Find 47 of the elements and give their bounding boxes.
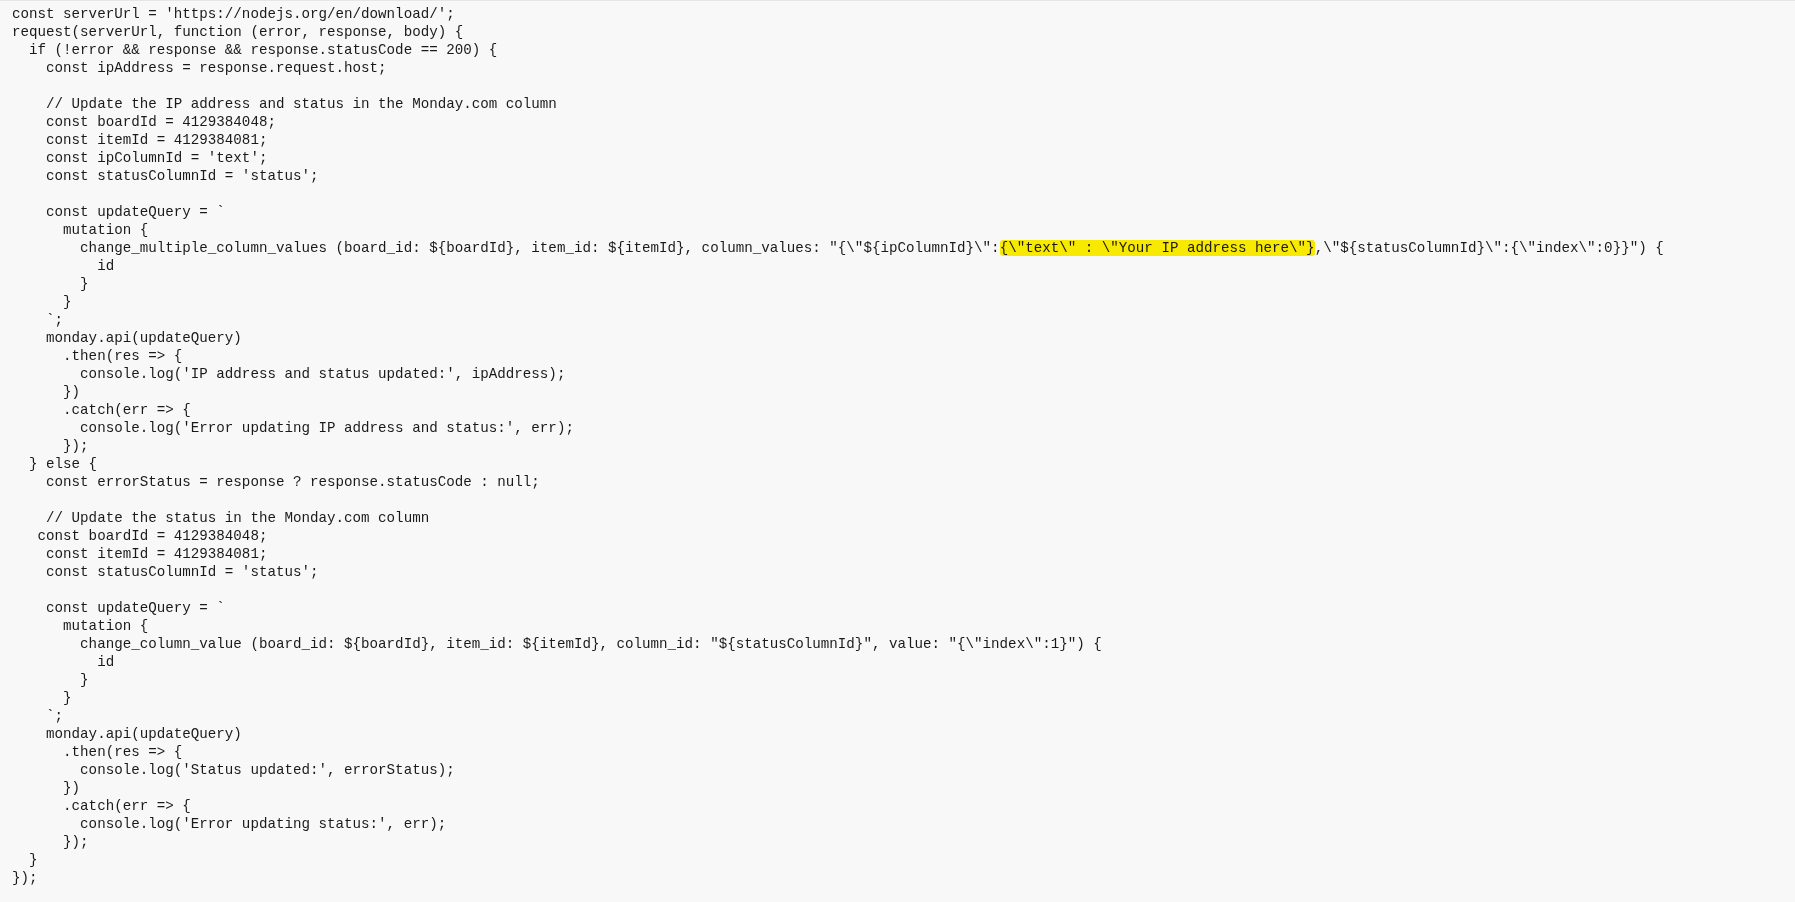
code-line: .catch(err => { <box>62 798 191 814</box>
code-line: id <box>96 654 115 670</box>
code-line: } <box>62 690 72 706</box>
code-line: const errorStatus = response ? response.statusCode : null; <box>45 474 540 490</box>
code-line: monday.api(updateQuery) <box>45 726 242 742</box>
code-line: console.log('Error updating status:', err); <box>79 816 447 832</box>
code-line: const boardId = 4129384048; <box>45 114 276 130</box>
code-line: console.log('Status updated:', errorStatus); <box>79 762 455 778</box>
code-line: console.log('IP address and status updated:', ipAddress); <box>79 366 566 382</box>
code-line: mutation { <box>62 222 149 238</box>
code-line: }) <box>62 384 81 400</box>
code-line: change_column_value (board_id: ${boardId}, item_id: ${itemId}, column_id: "${statusColumnId}", value: "{\"index\":1}") { <box>79 636 1102 652</box>
code-line: const updateQuery = ` <box>45 600 225 616</box>
code-line: }) <box>62 780 81 796</box>
code-line: const serverUrl = 'https://nodejs.org/en/download/'; <box>12 6 455 22</box>
code-line: const itemId = 4129384081; <box>45 546 268 562</box>
code-text: ,\"${statusColumnId}\":{\"index\":0}}") { <box>1314 240 1664 256</box>
code-line: monday.api(updateQuery) <box>45 330 242 346</box>
code-line: const ipColumnId = 'text'; <box>45 150 268 166</box>
code-line: // Update the status in the Monday.com column <box>45 510 430 526</box>
code-line: }); <box>62 834 89 850</box>
code-line: const statusColumnId = 'status'; <box>45 564 319 580</box>
code-line: }); <box>12 870 38 886</box>
code-line: } <box>79 276 89 292</box>
code-line: } <box>28 852 38 868</box>
code-line: const statusColumnId = 'status'; <box>45 168 319 184</box>
code-line: if (!error && response && response.statusCode == 200) { <box>28 42 498 58</box>
code-line: const itemId = 4129384081; <box>45 132 268 148</box>
code-line: .then(res => { <box>62 348 183 364</box>
code-line: request(serverUrl, function (error, response, body) { <box>12 24 464 40</box>
code-line: } <box>62 294 72 310</box>
code-line: } <box>79 672 89 688</box>
code-line: mutation { <box>62 618 149 634</box>
code-line: const updateQuery = ` <box>45 204 225 220</box>
code-line: .then(res => { <box>62 744 183 760</box>
code-line: console.log('Error updating IP address and status:', err); <box>79 420 574 436</box>
highlighted-code-text: {\"text\" : \"Your IP address here\"} <box>999 240 1315 256</box>
code-line: `; <box>45 708 64 724</box>
code-line: `; <box>45 312 64 328</box>
code-line: const ipAddress = response.request.host; <box>45 60 387 76</box>
code-line: // Update the IP address and status in the Monday.com column <box>45 96 557 112</box>
code-line: .catch(err => { <box>62 402 191 418</box>
code-line: } else { <box>28 456 98 472</box>
code-line: const boardId = 4129384048; <box>36 528 268 544</box>
code-text: change_multiple_column_values (board_id: ${boardId}, item_id: ${itemId}, column_values: "{\"${ipColumnId}\": <box>79 240 1000 256</box>
code-line: }); <box>62 438 89 454</box>
code-line: id <box>96 258 115 274</box>
